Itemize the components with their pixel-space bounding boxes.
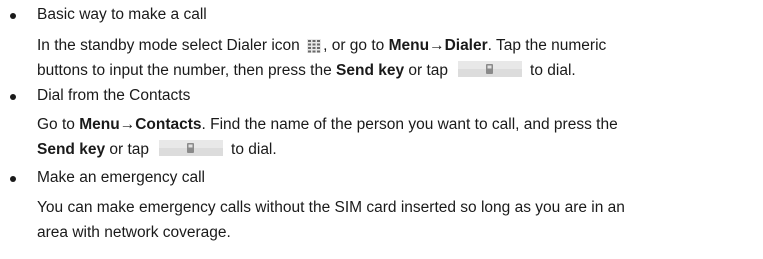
text-run: to dial. bbox=[530, 62, 576, 79]
text-run: buttons to input the number, then press … bbox=[37, 62, 332, 79]
text-run: . Tap the numeric bbox=[487, 37, 607, 54]
item-paragraph: Go to Menu→Contacts. Find the name of th… bbox=[37, 112, 759, 162]
paragraph-line: buttons to input the number, then press … bbox=[37, 58, 759, 83]
dialer-label: Dialer bbox=[444, 37, 488, 54]
bullet bbox=[10, 176, 16, 182]
paragraph-line: Go to Menu→Contacts. Find the name of th… bbox=[37, 112, 759, 137]
text-run: to dial. bbox=[231, 141, 277, 158]
item-paragraph: In the standby mode select Dialer icon ,… bbox=[37, 33, 759, 83]
send-call-icon bbox=[458, 61, 523, 77]
send-call-icon bbox=[159, 140, 224, 156]
paragraph-line: Send key or tap to dial. bbox=[37, 137, 759, 162]
text-run: . Find the name of the person you want t… bbox=[201, 116, 618, 133]
text-run: In the standby mode select Dialer icon bbox=[37, 37, 300, 54]
arrow: → bbox=[119, 116, 136, 133]
paragraph-line: In the standby mode select Dialer icon ,… bbox=[37, 33, 759, 58]
send-key-label: Send key bbox=[37, 141, 106, 158]
paragraph-line: area with network coverage. bbox=[37, 224, 231, 241]
menu-label: Menu bbox=[79, 116, 120, 133]
bullet bbox=[10, 13, 16, 19]
manual-page: Basic way to make a call In the standby … bbox=[0, 0, 763, 259]
send-key-label: Send key bbox=[336, 62, 405, 79]
text-run: Go to bbox=[37, 116, 75, 133]
bullet bbox=[10, 94, 16, 100]
text-run: or tap bbox=[408, 62, 449, 79]
menu-label: Menu bbox=[388, 37, 430, 54]
item-paragraph: You can make emergency calls without the… bbox=[37, 195, 759, 245]
item-heading: Make an emergency call bbox=[37, 169, 205, 186]
contacts-label: Contacts bbox=[135, 116, 202, 133]
dialer-grid-icon bbox=[307, 39, 322, 53]
item-heading: Dial from the Contacts bbox=[37, 87, 191, 104]
text-run: , or go to bbox=[323, 37, 385, 54]
paragraph-line: You can make emergency calls without the… bbox=[37, 199, 625, 216]
arrow: → bbox=[429, 37, 445, 54]
item-heading: Basic way to make a call bbox=[37, 6, 207, 23]
text-run: or tap bbox=[109, 141, 150, 158]
